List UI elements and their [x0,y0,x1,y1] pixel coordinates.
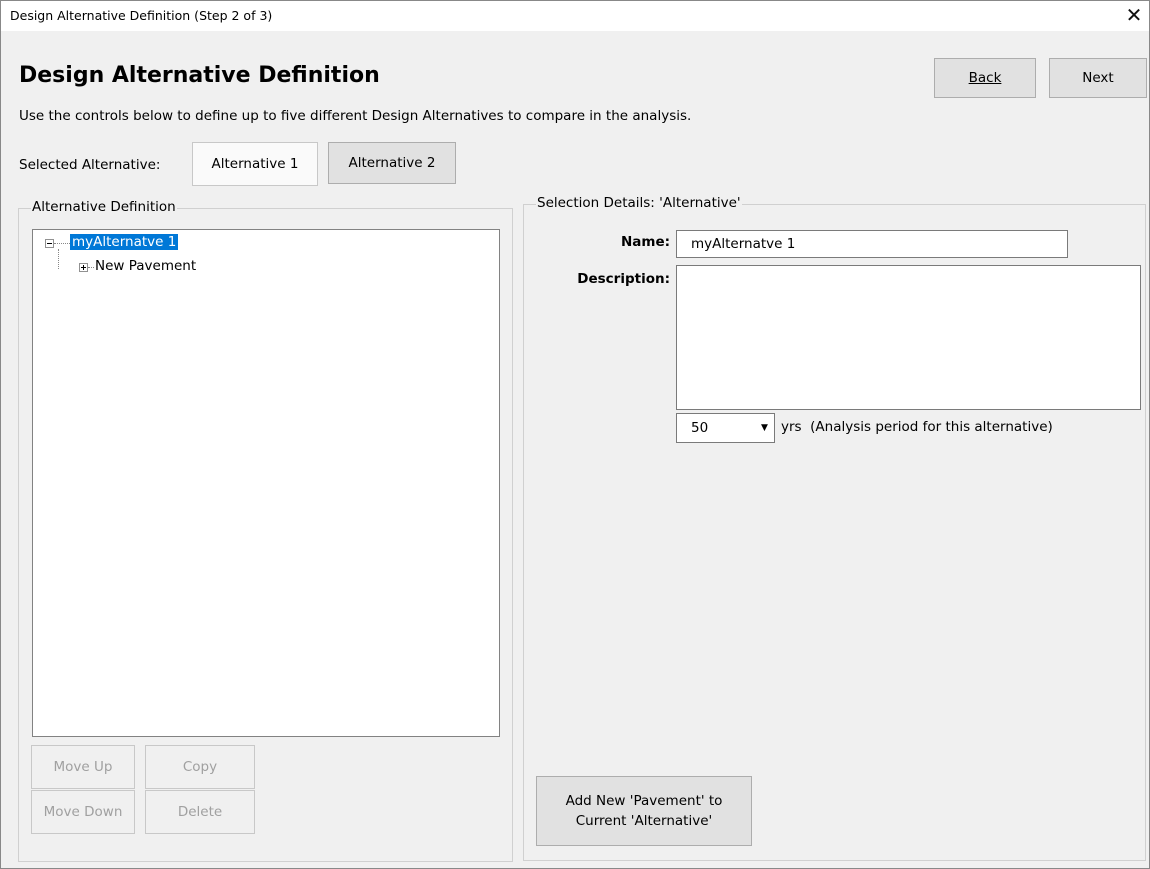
alternative-definition-legend: Alternative Definition [31,199,177,215]
tab-alternative-2-label: Alternative 2 [348,155,436,171]
move-down-label: Move Down [43,804,123,820]
title-bar: Design Alternative Definition (Step 2 of… [1,1,1149,31]
analysis-period-value: 50 [691,420,709,436]
delete-label: Delete [177,804,223,820]
tree-node-new-pavement-label: New Pavement [95,258,197,274]
name-input[interactable] [676,230,1068,258]
tree-node-alternative[interactable]: myAlternatve 1 [70,234,179,250]
description-label: Description: [577,271,670,287]
page-title: Design Alternative Definition [19,63,380,88]
close-icon[interactable]: ✕ [1123,3,1145,27]
selected-alternative-label: Selected Alternative: [19,157,161,173]
tree-connector [54,243,70,244]
analysis-period-select[interactable]: 50 ▼ [676,413,775,443]
description-textarea[interactable] [676,265,1141,410]
tree-connector [88,267,94,268]
chevron-down-icon[interactable]: ▼ [756,415,773,441]
analysis-period-text: yrs (Analysis period for this alternativ… [781,419,1053,435]
expand-icon[interactable] [79,263,88,272]
tab-alternative-1-label: Alternative 1 [211,156,299,172]
name-label: Name: [620,234,670,250]
tab-alternative-1[interactable]: Alternative 1 [192,142,318,186]
next-button[interactable]: Next [1049,58,1147,98]
collapse-icon[interactable] [45,239,54,248]
move-down-button[interactable]: Move Down [31,790,135,834]
instructions-text: Use the controls below to define up to f… [19,108,692,124]
back-button-label: Back [968,70,1002,86]
add-pavement-label-line2: Current 'Alternative' [575,813,713,829]
selection-details-legend: Selection Details: 'Alternative' [536,195,742,211]
delete-button[interactable]: Delete [145,790,255,834]
copy-label: Copy [182,759,218,775]
next-button-label: Next [1082,70,1114,86]
copy-button[interactable]: Copy [145,745,255,789]
back-button[interactable]: Back [934,58,1036,98]
tree-node-alternative-label: myAlternatve 1 [70,234,179,250]
move-up-button[interactable]: Move Up [31,745,135,789]
tree-node-new-pavement[interactable]: New Pavement [95,258,196,274]
add-pavement-button[interactable]: Add New 'Pavement' to Current 'Alternati… [536,776,752,846]
tree-connector-vertical [58,249,59,269]
alternative-tree[interactable]: myAlternatve 1 New Pavement [32,229,500,737]
add-pavement-label-line1: Add New 'Pavement' to [565,793,723,809]
dialog-window: Design Alternative Definition (Step 2 of… [0,0,1150,869]
window-title: Design Alternative Definition (Step 2 of… [10,8,273,23]
move-up-label: Move Up [53,759,113,775]
tab-alternative-2[interactable]: Alternative 2 [328,142,456,184]
